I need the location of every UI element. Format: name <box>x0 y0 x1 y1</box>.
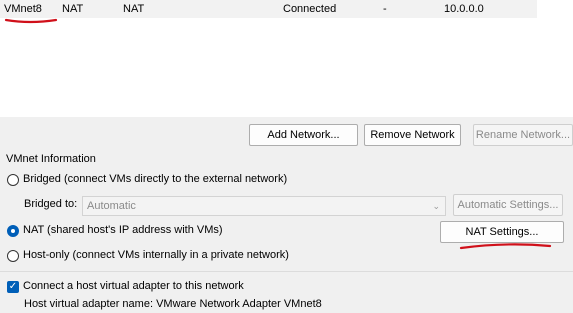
vmnet-info-title: VMnet Information <box>6 153 96 165</box>
connect-host-adapter-label[interactable]: Connect a host virtual adapter to this n… <box>23 280 244 292</box>
bridged-label[interactable]: Bridged (connect VMs directly to the ext… <box>23 173 287 185</box>
network-list[interactable]: VMnet8 NAT NAT Connected - 10.0.0.0 <box>0 0 573 117</box>
host-only-radio[interactable] <box>7 250 19 262</box>
nat-radio[interactable] <box>7 225 19 237</box>
nat-label[interactable]: NAT (shared host's IP address with VMs) <box>23 224 223 236</box>
rename-network-button[interactable]: Rename Network... <box>473 124 573 146</box>
bridged-to-label: Bridged to: <box>24 198 78 210</box>
bridged-to-value: Automatic <box>87 200 136 212</box>
cell-host-connection: Connected <box>283 3 337 15</box>
connect-host-adapter-checkbox[interactable]: ✓ <box>7 281 19 293</box>
cell-type: NAT <box>62 3 84 15</box>
remove-network-button[interactable]: Remove Network <box>364 124 461 146</box>
automatic-settings-button[interactable]: Automatic Settings... <box>453 194 563 216</box>
cell-external: NAT <box>123 3 145 15</box>
red-annotation-underline <box>459 243 552 250</box>
host-only-label[interactable]: Host-only (connect VMs internally in a p… <box>23 249 289 261</box>
red-annotation-underline <box>4 18 58 24</box>
cell-dhcp: - <box>383 3 387 15</box>
check-icon: ✓ <box>8 281 18 292</box>
bridged-radio[interactable] <box>7 174 19 186</box>
cell-name: VMnet8 <box>4 3 42 15</box>
bridged-to-select[interactable]: Automatic ⌄ <box>82 196 446 216</box>
section-divider <box>0 271 573 272</box>
chevron-down-icon: ⌄ <box>432 201 440 211</box>
host-adapter-name: Host virtual adapter name: VMware Networ… <box>24 298 322 310</box>
cell-subnet: 10.0.0.0 <box>444 3 484 15</box>
table-row[interactable]: VMnet8 NAT NAT Connected - 10.0.0.0 <box>0 0 537 18</box>
add-network-button[interactable]: Add Network... <box>249 124 358 146</box>
